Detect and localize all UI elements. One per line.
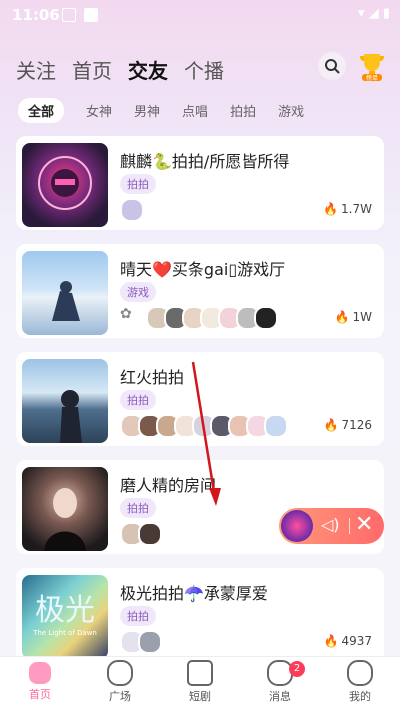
nav-shorts[interactable]: 短剧 (160, 657, 240, 707)
room-card[interactable]: 晴天❤️买条gai▯游戏厅 游戏 ✿ 🔥 1W (16, 244, 384, 338)
nav-profile[interactable]: 我的 (320, 657, 400, 707)
chip-all[interactable]: 全部 (18, 98, 65, 123)
close-icon[interactable]: ✕ (355, 512, 373, 537)
thumbnail-title: 极光 (35, 593, 95, 628)
chip-goddess[interactable]: 女神 (86, 98, 112, 123)
wifi-battery-icon: ▾ ◢ ▮ (358, 6, 390, 21)
room-tag: 拍拍 (120, 606, 156, 626)
chip-games[interactable]: 游戏 (278, 98, 304, 123)
flame-icon: 🔥 (323, 418, 339, 432)
volume-icon[interactable]: ◁) (321, 515, 340, 534)
room-title: 磨人精的房间 (120, 476, 217, 495)
profile-icon (347, 660, 373, 686)
floating-room-player[interactable]: ◁) ✕ (279, 508, 384, 544)
trophy-label: 榜单 (366, 74, 378, 82)
room-title: 麒麟🐍拍拍/所愿皆所得 (120, 152, 290, 171)
search-icon (325, 59, 340, 74)
room-thumbnail (22, 251, 108, 335)
tab-friends[interactable]: 交友 (128, 55, 168, 84)
player-avatar[interactable] (281, 510, 313, 542)
room-members (120, 414, 288, 438)
thumbnail-subtitle: The Light of Dawn (33, 629, 97, 637)
status-bar: 11:06 ▾ ◢ ▮ (0, 0, 400, 28)
room-heat: 🔥 1.7W (323, 202, 372, 216)
room-thumbnail: 极光 The Light of Dawn (22, 575, 108, 659)
room-members (120, 630, 162, 654)
room-thumbnail (22, 359, 108, 443)
room-title: 极光拍拍☂️承蒙厚爱 (120, 584, 268, 603)
square-icon (107, 660, 133, 686)
room-card[interactable]: 麒麟🐍拍拍/所愿皆所得 拍拍 🔥 1.7W (16, 136, 384, 230)
room-thumbnail (22, 467, 108, 551)
room-tag: 拍拍 (120, 174, 156, 194)
flame-icon: 🔥 (323, 634, 339, 648)
nav-messages-label: 消息 (269, 690, 291, 703)
avatar (254, 306, 278, 330)
ranking-button[interactable]: 榜单 (356, 50, 388, 82)
room-members (120, 198, 144, 222)
nav-home-label: 首页 (29, 688, 51, 701)
bottom-nav: 首页 广场 短剧 2 消息 我的 (0, 656, 400, 707)
top-tabs: 关注 首页 交友 个播 (16, 50, 224, 84)
play-icon (187, 660, 213, 686)
message-badge: 2 (289, 661, 305, 677)
avatar (138, 630, 162, 654)
tab-home[interactable]: 首页 (72, 55, 112, 84)
player-divider (349, 518, 350, 534)
nav-square[interactable]: 广场 (80, 657, 160, 707)
seat-icon: ✿ (120, 306, 132, 322)
flame-icon: 🔥 (334, 310, 350, 324)
room-tag: 拍拍 (120, 498, 156, 518)
room-thumbnail (22, 143, 108, 227)
room-tag: 拍拍 (120, 390, 156, 410)
room-heat: 🔥 4937 (323, 634, 373, 648)
nav-square-label: 广场 (109, 690, 131, 703)
nav-messages[interactable]: 2 消息 (240, 657, 320, 707)
chip-god[interactable]: 男神 (134, 98, 160, 123)
notification-icon (62, 8, 76, 22)
nav-home[interactable]: 首页 (0, 657, 80, 707)
room-title: 晴天❤️买条gai▯游戏厅 (120, 260, 286, 279)
avatar (120, 198, 144, 222)
tab-live[interactable]: 个播 (184, 55, 224, 84)
flame-icon: 🔥 (323, 202, 339, 216)
chip-paipai[interactable]: 拍拍 (230, 98, 256, 123)
room-card[interactable]: 红火拍拍 拍拍 🔥 7126 (16, 352, 384, 446)
avatar (264, 414, 288, 438)
tab-follow[interactable]: 关注 (16, 55, 56, 84)
trophy-icon: 榜单 (360, 54, 384, 82)
room-title: 红火拍拍 (120, 368, 185, 387)
room-heat: 🔥 1W (334, 310, 372, 324)
room-tag: 游戏 (120, 282, 156, 302)
room-card[interactable]: 极光 The Light of Dawn 极光拍拍☂️承蒙厚爱 拍拍 🔥 4937 (16, 568, 384, 662)
room-members (120, 522, 162, 546)
chip-singing[interactable]: 点唱 (182, 98, 208, 123)
nav-shorts-label: 短剧 (189, 690, 211, 703)
nav-profile-label: 我的 (349, 690, 371, 703)
home-mascot-icon (29, 662, 51, 684)
room-heat: 🔥 7126 (323, 418, 373, 432)
filter-chips: 全部 女神 男神 点唱 拍拍 游戏 (18, 98, 304, 123)
status-time: 11:06 (12, 6, 60, 24)
avatar (138, 522, 162, 546)
room-members: ✿ (120, 306, 278, 330)
search-button[interactable] (318, 52, 346, 80)
notification-icon (84, 8, 98, 22)
